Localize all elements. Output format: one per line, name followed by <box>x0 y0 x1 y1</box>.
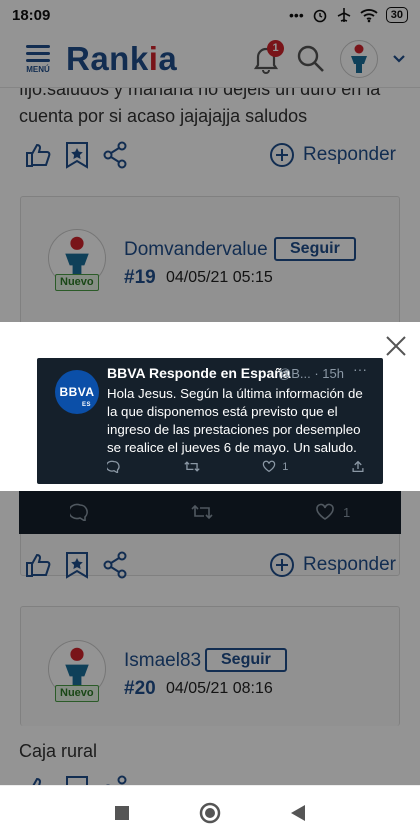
close-icon[interactable] <box>384 334 408 358</box>
tweet-actions: 1 <box>107 460 365 473</box>
square-recents-icon <box>115 806 129 820</box>
system-nav-bar <box>0 785 420 840</box>
tweet-author-handle: @B... · 15h <box>278 366 344 381</box>
tweet-more-button[interactable]: ··· <box>353 361 367 377</box>
reply-icon <box>107 460 120 473</box>
like-button[interactable]: 1 <box>262 460 288 473</box>
heart-icon <box>263 460 276 473</box>
back-button[interactable] <box>291 805 305 821</box>
upload-share-icon <box>352 460 364 473</box>
bbva-logo-sub: ES <box>81 402 91 408</box>
tweet-modal: BBVA ES BBVA Responde en España @B... · … <box>0 322 420 491</box>
retweet-button[interactable] <box>183 460 200 473</box>
retweet-icon <box>183 461 200 472</box>
reply-button[interactable] <box>107 460 121 473</box>
bbva-logo-text: BBVA <box>59 385 95 399</box>
like-count: 1 <box>282 460 289 473</box>
tweet-text: Hola Jesus. Según la última información … <box>107 386 363 455</box>
home-button[interactable] <box>199 802 221 824</box>
tweet-time: · 15h <box>314 366 344 381</box>
tweet-handle: @B... <box>278 366 311 381</box>
embedded-tweet[interactable]: BBVA ES BBVA Responde en España @B... · … <box>37 358 383 484</box>
back-triangle-icon <box>291 805 305 821</box>
tweet-author-name[interactable]: BBVA Responde en España <box>107 365 291 381</box>
tweet-author-avatar[interactable]: BBVA ES <box>55 370 99 414</box>
screen: 18:09 ••• 30 MENÚ Rankia 1 fijo.saludos … <box>0 0 420 840</box>
home-circle-icon <box>199 802 221 824</box>
share-tweet-button[interactable] <box>351 460 365 473</box>
recents-button[interactable] <box>115 806 129 820</box>
